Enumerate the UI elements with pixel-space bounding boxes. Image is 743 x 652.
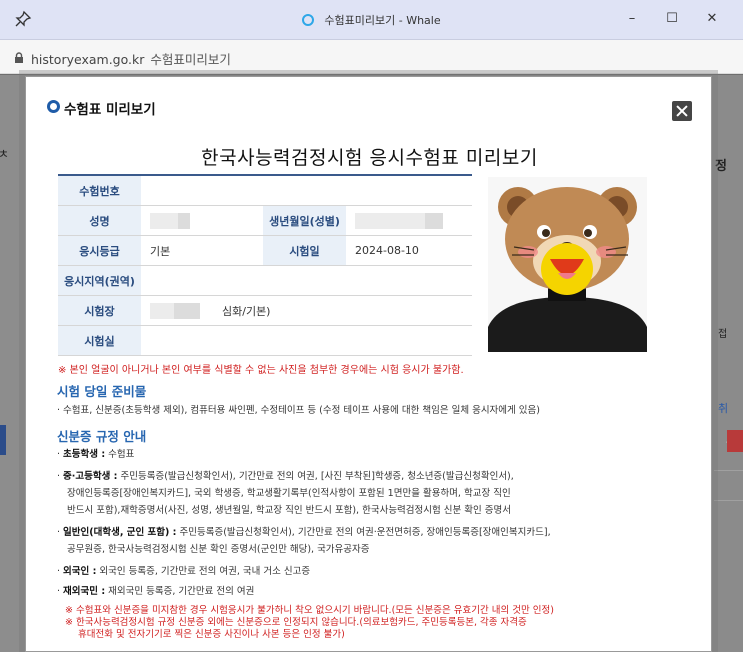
- bg-divider: [714, 470, 743, 471]
- window-titlebar: 수험표미리보기 - Whale – ☐ ✕: [0, 0, 743, 40]
- bg-divider: [714, 500, 743, 501]
- grade-label: 응시등급: [58, 236, 141, 265]
- id-rule-middle-high: · 중·고등학생 : 주민등록증(발급신청확인서), 기간만료 전의 여권, […: [57, 471, 514, 482]
- modal-header: 수험표 미리보기: [26, 77, 711, 132]
- close-modal-button[interactable]: [672, 101, 692, 121]
- id-rule-adult-line2: 공무원증, 한국사능력검정시험 신분 확인 증명서(군인만 해당), 국가유공자…: [67, 544, 370, 555]
- table-row: 응시지역(권역): [58, 266, 472, 296]
- background-left-strip: ㅊ: [0, 75, 25, 652]
- exam-date-label: 시험일: [263, 236, 346, 265]
- room-value: [141, 326, 472, 355]
- bg-text-fragment: 접: [718, 329, 728, 340]
- document-title: 한국사능력검정시험 응시수험표 미리보기: [201, 147, 538, 169]
- applicant-photo: [488, 177, 647, 352]
- name-label: 성명: [58, 206, 141, 235]
- url-text[interactable]: historyexam.go.kr 수험표미리보기: [31, 49, 231, 68]
- exam-number-label: 수험번호: [58, 176, 141, 205]
- address-bar[interactable]: historyexam.go.kr 수험표미리보기: [0, 40, 743, 74]
- preparation-item: · 수험표, 신분증(초등학생 제외), 컴퓨터용 싸인펜, 수정테이프 등 (…: [57, 405, 540, 416]
- id-rule-middle-high-line3: 반드시 포함),재학증명서(사진, 성명, 생년월일, 학교장 직인 반드시 포…: [67, 505, 511, 516]
- admission-ticket-preview-modal: 수험표 미리보기 한국사능력검정시험 응시수험표 미리보기 수험번호 성명 생년…: [25, 76, 712, 652]
- bg-accent-bar: [0, 425, 6, 455]
- id-rule-elementary: · 초등학생 : 수험표: [57, 449, 135, 460]
- preparation-section-title: 시험 당일 준비물: [57, 384, 147, 399]
- note-line: ※ 수험표와 신분증을 미지참한 경우 시험응시가 불가하니 착오 없으시기 바…: [65, 605, 554, 616]
- id-rule-overseas-korean: · 재외국민 : 재외국민 등록증, 기간만료 전의 여권: [57, 586, 255, 597]
- name-value: [141, 206, 263, 235]
- modal-title: 수험표 미리보기: [64, 102, 156, 118]
- table-row: 수험번호: [58, 176, 472, 206]
- bg-text-fragment: 정: [715, 159, 727, 174]
- bg-red-tab: [727, 430, 743, 452]
- id-rule-adult: · 일반인(대학생, 군인 포함) : 주민등록증(발급신청확인서), 기간만료…: [57, 527, 551, 538]
- note-line: 휴대전화 및 전자기기로 찍은 신분증 사진이나 사본 등은 인정 불가): [78, 629, 345, 640]
- birth-gender-value: [346, 206, 472, 235]
- room-label: 시험실: [58, 326, 141, 355]
- whale-logo-icon: [302, 14, 315, 26]
- bg-text-fragment: 취: [718, 402, 729, 415]
- title-ring-icon: [47, 100, 60, 113]
- birth-gender-label: 생년월일(성별): [263, 206, 346, 235]
- table-row: 응시등급 기본 시험일 2024-08-10: [58, 236, 472, 266]
- grade-value: 기본: [150, 244, 171, 258]
- id-rule-foreigner: · 외국인 : 외국인 등록증, 기간만료 전의 여권, 국내 거소 신고증: [57, 566, 311, 577]
- table-row: 시험장 심화/기본): [58, 296, 472, 326]
- minimize-button[interactable]: –: [621, 8, 643, 30]
- bg-text-fragment: ㅊ: [0, 147, 10, 161]
- venue-label: 시험장: [58, 296, 141, 325]
- note-line: ※ 한국사능력검정시험 규정 신분증 외에는 신분증으로 인정되지 않습니다.(…: [65, 617, 527, 628]
- venue-value: 심화/기본): [141, 296, 472, 325]
- lock-icon: [15, 52, 23, 63]
- region-value: [141, 266, 472, 295]
- table-row: 성명 생년월일(성별): [58, 206, 472, 236]
- ticket-info-table: 수험번호 성명 생년월일(성별) 응시등급 기본 시험일 2024-08-10 …: [58, 174, 472, 356]
- region-label: 응시지역(권역): [58, 266, 141, 295]
- background-right-strip: 정 접 취 취: [712, 75, 743, 652]
- photo-warning-text: ※ 본인 얼굴이 아니거나 본인 여부를 식별할 수 없는 사진을 첨부한 경우…: [58, 365, 464, 376]
- id-rule-middle-high-line2: 장애인등록증[장애인복지카드], 국외 학생증, 학교생활기록부(인적사항이 포…: [67, 488, 511, 499]
- id-rules-section-title: 신분증 규정 안내: [57, 429, 147, 444]
- exam-date-value: 2024-08-10: [355, 244, 419, 257]
- venue-suffix: 심화/기본): [222, 304, 271, 318]
- maximize-button[interactable]: ☐: [661, 8, 683, 30]
- table-row: 시험실: [58, 326, 472, 356]
- exam-number-value: [141, 176, 472, 205]
- close-window-button[interactable]: ✕: [701, 8, 723, 30]
